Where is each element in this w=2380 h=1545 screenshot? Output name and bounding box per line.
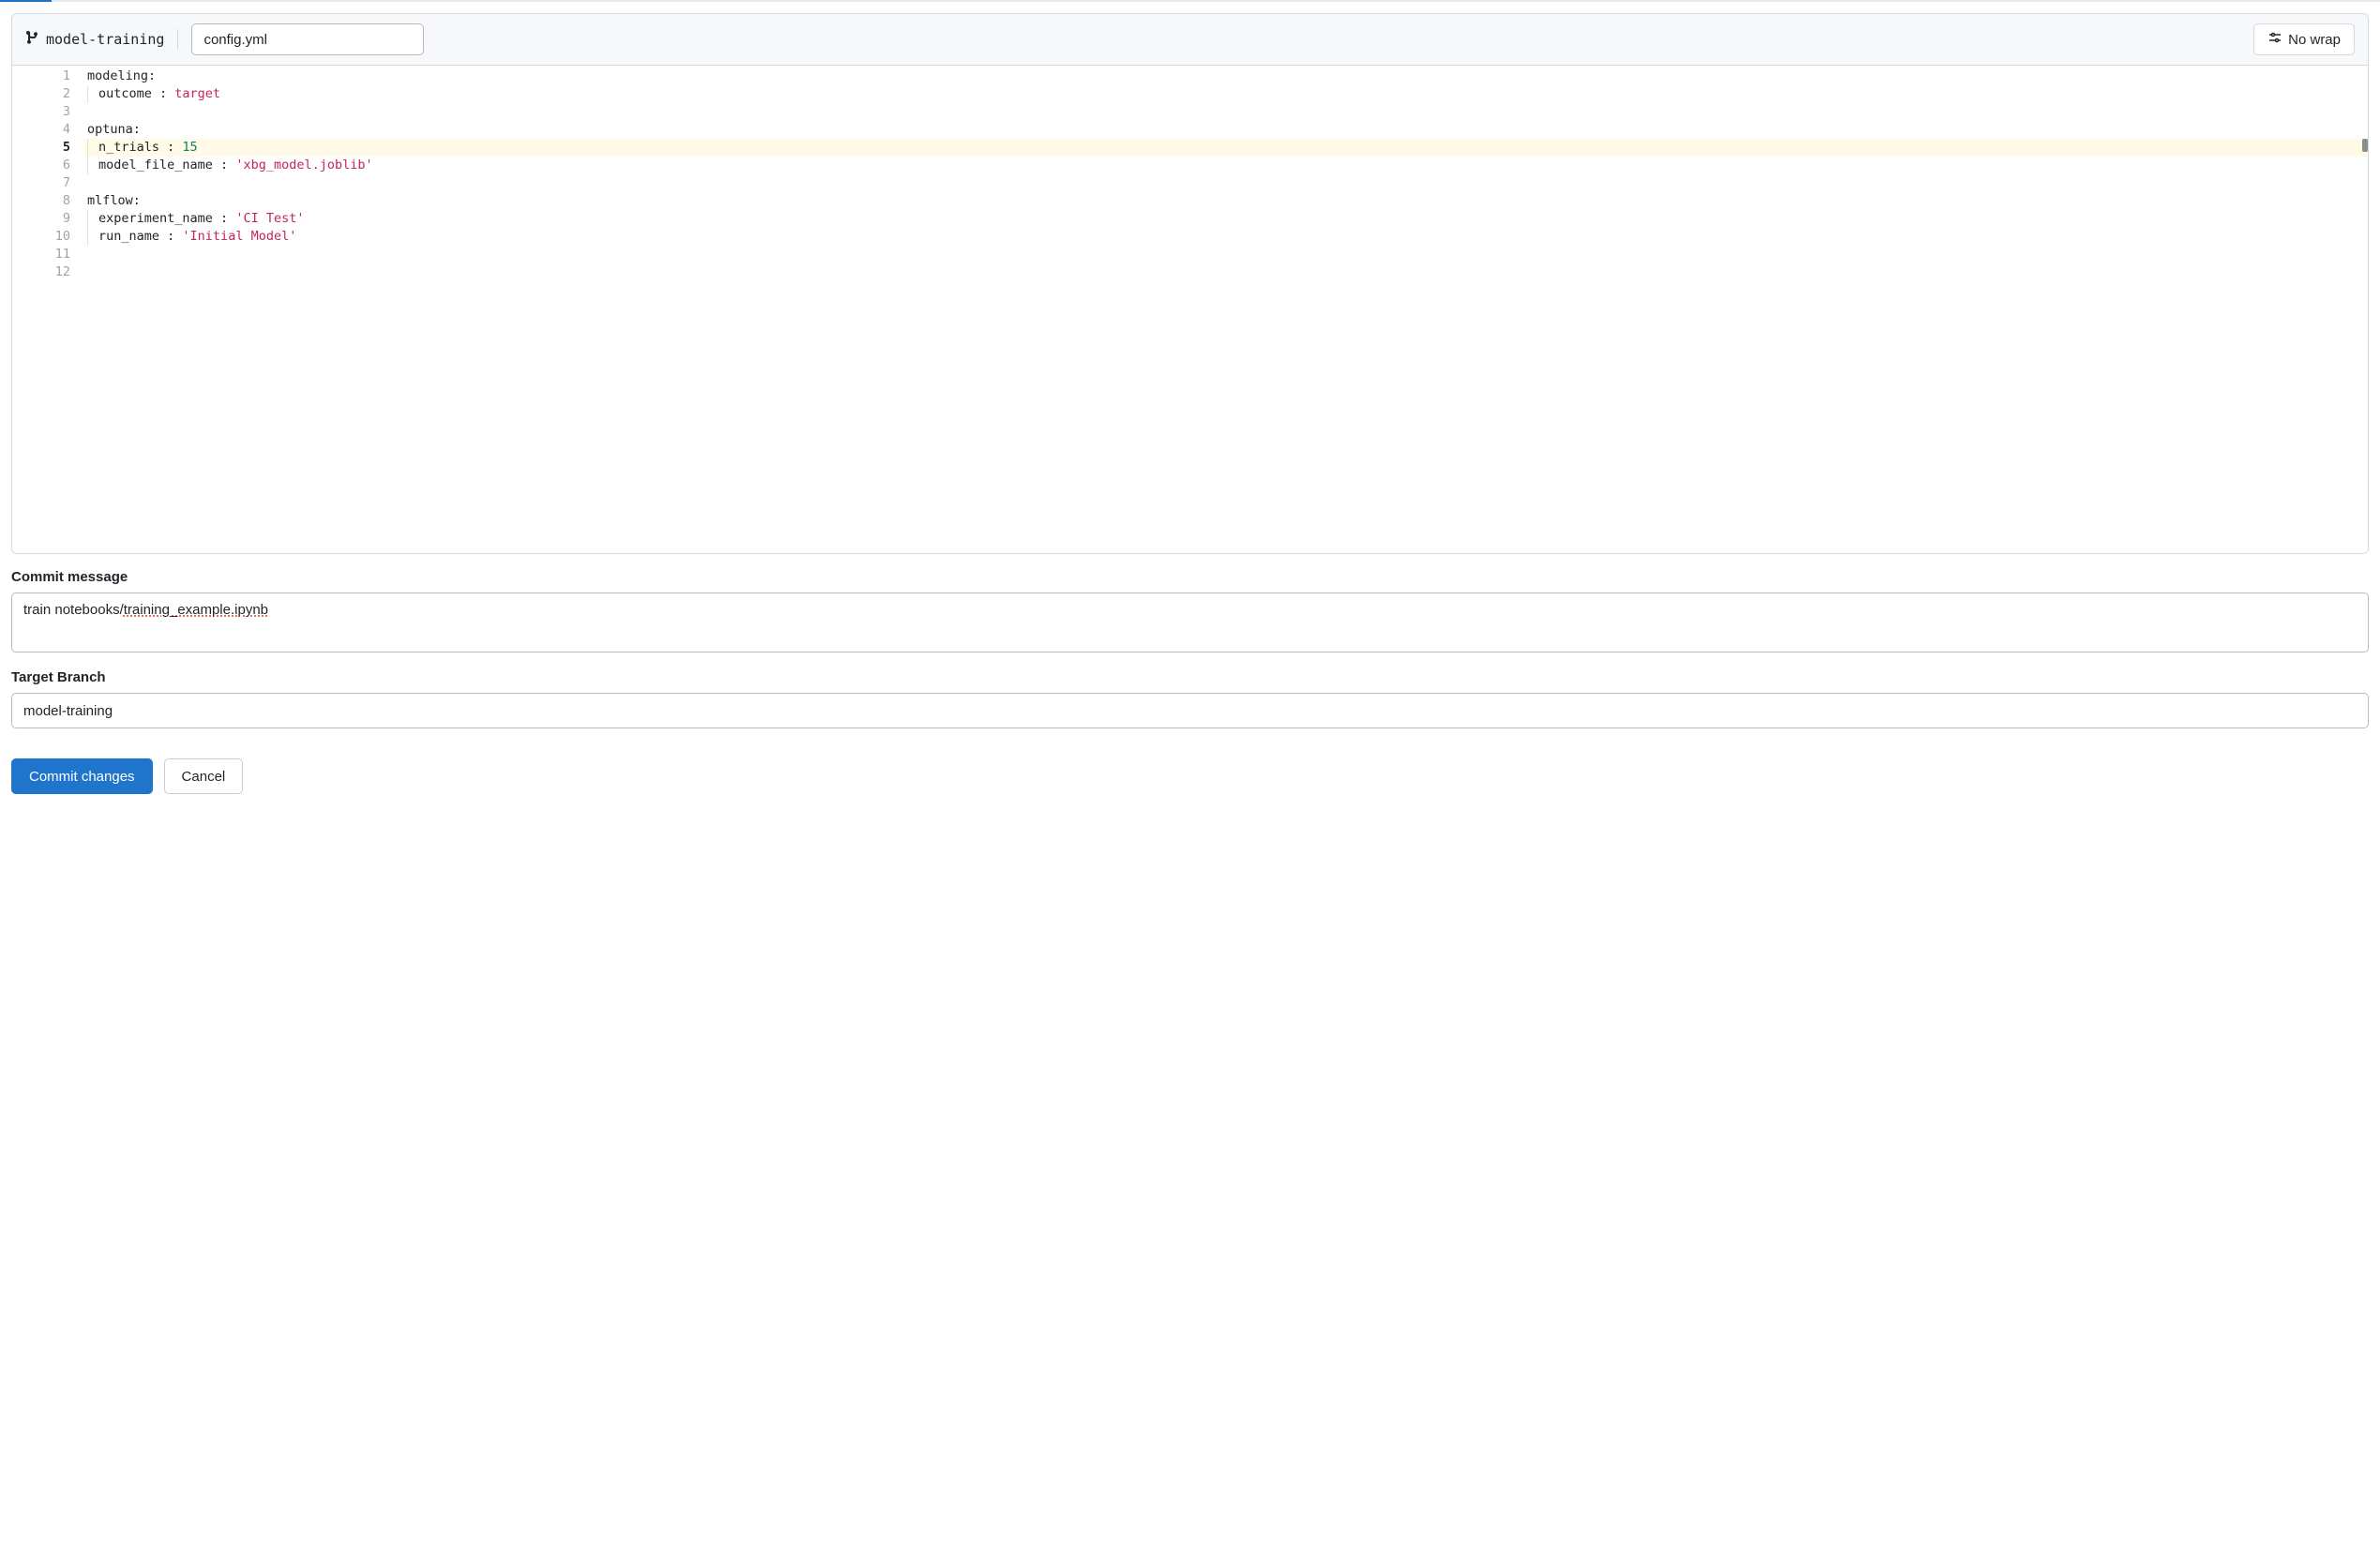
code-token: outcome xyxy=(98,86,159,101)
target-branch-input[interactable] xyxy=(11,693,2369,728)
line-number[interactable]: 12 xyxy=(12,263,70,281)
code-token: 'xbg_model.joblib' xyxy=(235,158,372,172)
commit-message-label: Commit message xyxy=(11,569,2369,585)
commit-form: Commit message train notebooks/training_… xyxy=(0,554,2380,817)
branch-name: model-training xyxy=(46,31,164,48)
branch-indicator[interactable]: model-training xyxy=(25,30,164,49)
indent-guide xyxy=(87,210,88,228)
code-token: : xyxy=(159,86,174,101)
commit-message-input[interactable]: train notebooks/training_example.ipynb xyxy=(11,592,2369,652)
code-line[interactable]: model_file_name : 'xbg_model.joblib' xyxy=(87,157,2368,174)
progress-bar xyxy=(0,0,2380,2)
code-token: 15 xyxy=(182,140,197,155)
line-number[interactable]: 10 xyxy=(12,228,70,246)
indent-guide xyxy=(87,228,88,246)
line-number[interactable]: 5 xyxy=(12,139,70,157)
line-number[interactable]: 7 xyxy=(12,174,70,192)
toolbar-separator xyxy=(177,29,178,50)
action-buttons: Commit changes Cancel xyxy=(11,758,2369,794)
code-token: n_trials xyxy=(98,140,167,155)
code-line[interactable] xyxy=(87,263,2368,281)
indent-guide xyxy=(87,157,88,174)
code-editor[interactable]: 123456789101112 modeling:outcome : targe… xyxy=(12,66,2368,553)
commit-changes-button[interactable]: Commit changes xyxy=(11,758,153,794)
code-token: : xyxy=(220,158,235,172)
settings-sliders-icon xyxy=(2267,30,2282,49)
code-line[interactable]: modeling: xyxy=(87,68,2368,85)
code-token: experiment_name xyxy=(98,211,220,226)
code-token: 'Initial Model' xyxy=(182,229,296,244)
target-branch-label: Target Branch xyxy=(11,669,2369,685)
editor-toolbar: model-training No wrap xyxy=(12,14,2368,66)
code-content[interactable]: modeling:outcome : targetoptuna:n_trials… xyxy=(87,66,2368,553)
filename-input[interactable] xyxy=(191,23,424,55)
line-number[interactable]: 1 xyxy=(12,68,70,85)
line-number[interactable]: 3 xyxy=(12,103,70,121)
nowrap-button[interactable]: No wrap xyxy=(2253,23,2355,55)
code-token: : xyxy=(133,193,141,208)
code-line[interactable]: n_trials : 15 xyxy=(83,139,2368,157)
code-token: optuna xyxy=(87,122,133,137)
code-line[interactable]: run_name : 'Initial Model' xyxy=(87,228,2368,246)
code-token: target xyxy=(174,86,220,101)
code-line[interactable]: mlflow: xyxy=(87,192,2368,210)
code-token: model_file_name xyxy=(98,158,220,172)
editor-panel: model-training No wrap 123456789101112 m… xyxy=(11,13,2369,554)
line-number[interactable]: 6 xyxy=(12,157,70,174)
cancel-button[interactable]: Cancel xyxy=(164,758,244,794)
code-line[interactable] xyxy=(87,246,2368,263)
code-token: : xyxy=(133,122,141,137)
code-token: mlflow xyxy=(87,193,133,208)
code-token: 'CI Test' xyxy=(235,211,304,226)
code-line[interactable]: optuna: xyxy=(87,121,2368,139)
minimap-scroll-thumb[interactable] xyxy=(2362,139,2368,152)
line-number[interactable]: 4 xyxy=(12,121,70,139)
code-token: : xyxy=(167,229,182,244)
code-line[interactable] xyxy=(87,174,2368,192)
indent-guide xyxy=(87,85,88,103)
line-number[interactable]: 8 xyxy=(12,192,70,210)
code-line[interactable] xyxy=(87,103,2368,121)
nowrap-label: No wrap xyxy=(2288,32,2341,48)
line-gutter: 123456789101112 xyxy=(12,66,87,553)
line-number[interactable]: 11 xyxy=(12,246,70,263)
git-branch-icon xyxy=(25,30,40,49)
code-line[interactable]: experiment_name : 'CI Test' xyxy=(87,210,2368,228)
code-token: run_name xyxy=(98,229,167,244)
line-number[interactable]: 9 xyxy=(12,210,70,228)
code-token: : xyxy=(167,140,182,155)
code-token: modeling xyxy=(87,68,148,83)
indent-guide xyxy=(87,139,88,157)
code-token: : xyxy=(148,68,156,83)
code-token: : xyxy=(220,211,235,226)
code-line[interactable]: outcome : target xyxy=(87,85,2368,103)
line-number[interactable]: 2 xyxy=(12,85,70,103)
